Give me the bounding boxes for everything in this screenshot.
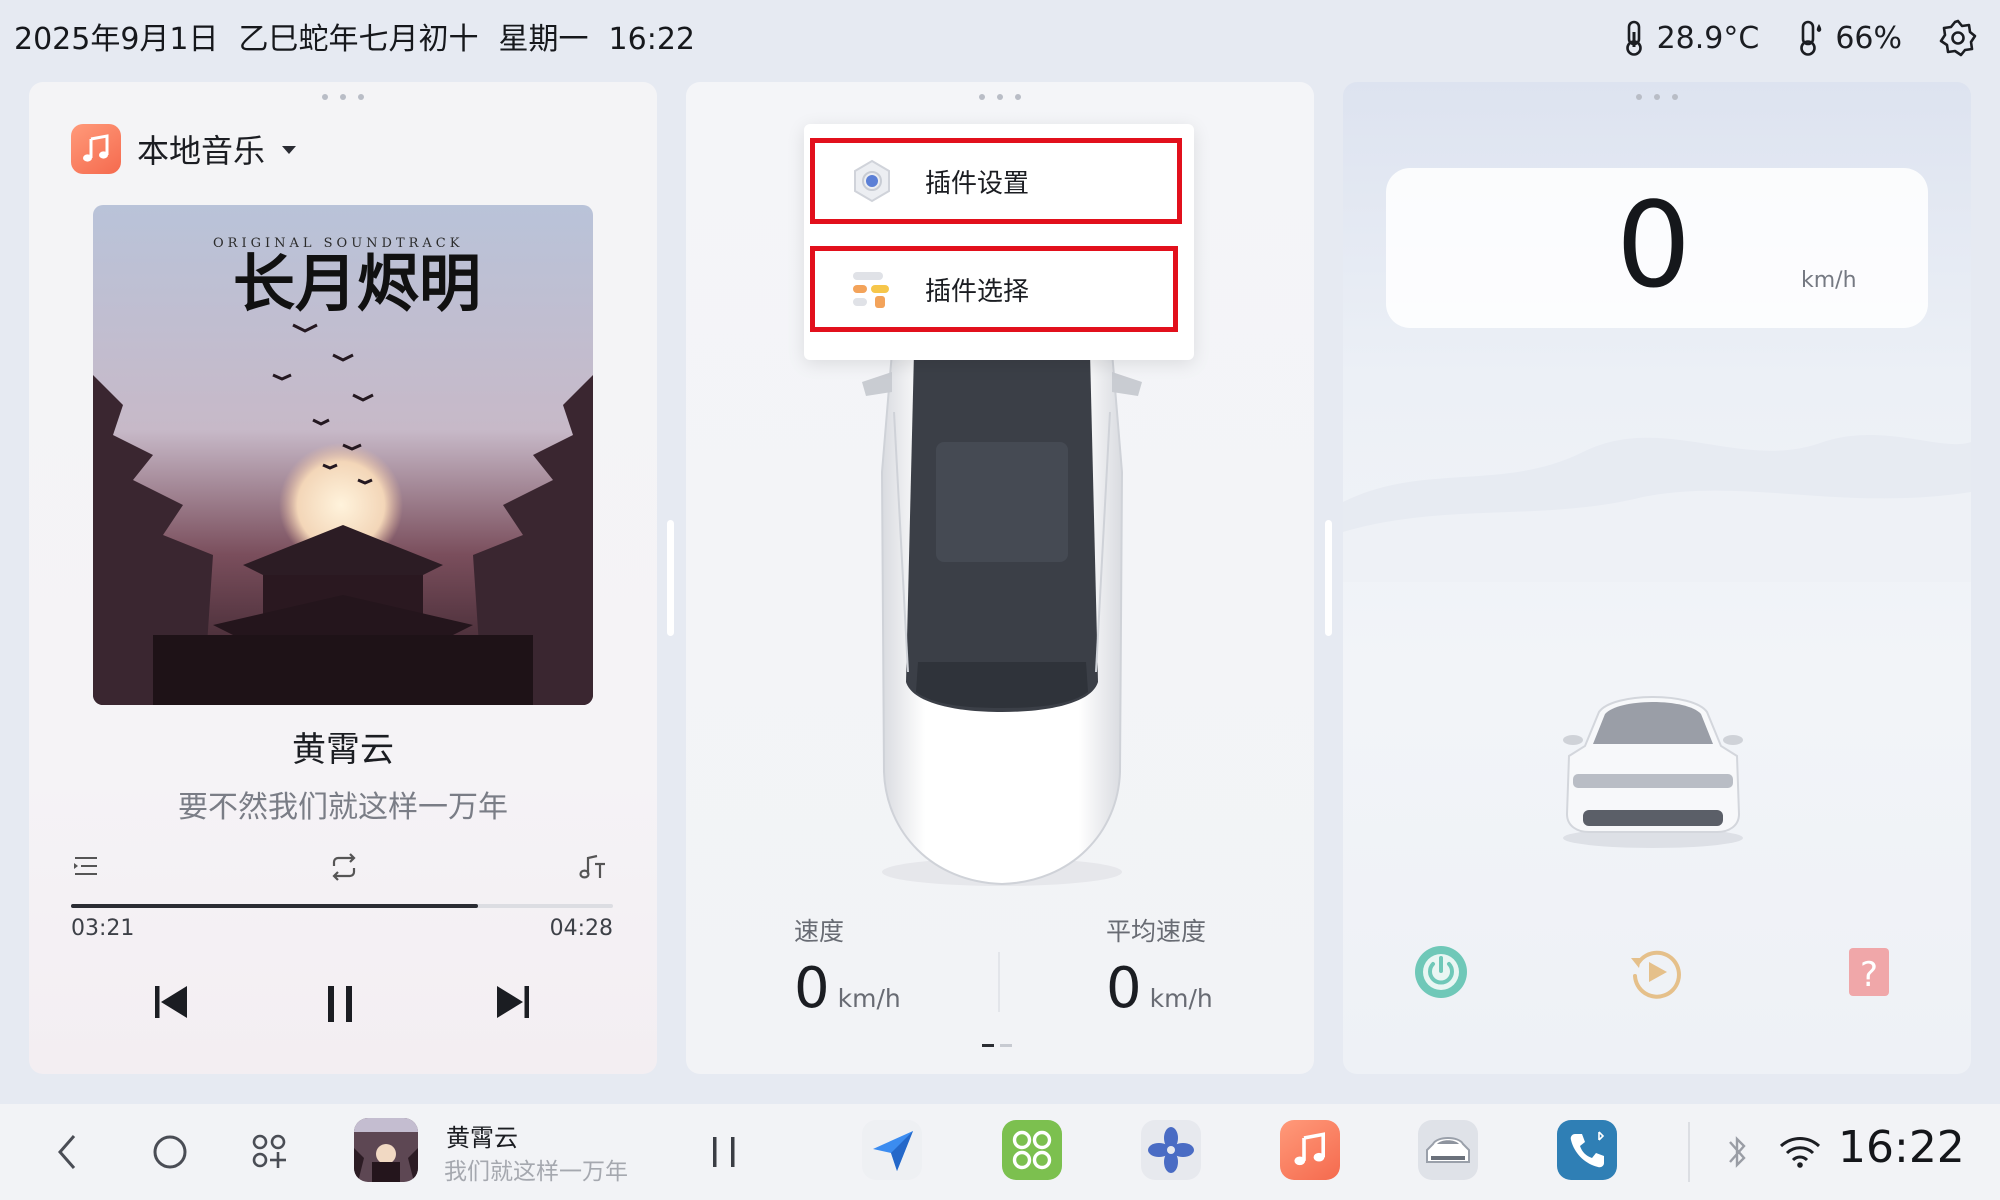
lunar-date-text: 乙巳蛇年七月初十 — [238, 22, 479, 57]
plugin-settings-icon — [847, 156, 897, 206]
total-time-text: 04:28 — [549, 916, 613, 941]
weekday-text: 星期一 — [498, 22, 589, 57]
temperature-text: 28.9°C — [1656, 20, 1760, 56]
plugin-select-menu-item[interactable]: 插件选择 — [810, 246, 1178, 332]
average-speed-stat: 平均速度 0 km/h — [1106, 912, 1213, 1021]
repeat-mode-icon[interactable] — [328, 852, 360, 886]
average-speed-value: 0 — [1106, 956, 1142, 1021]
status-time-text: 16:22 — [608, 22, 695, 57]
card-drag-handle[interactable] — [1636, 94, 1678, 100]
vehicle-app-icon[interactable] — [1418, 1120, 1478, 1180]
app-drawer-icon[interactable] — [250, 1132, 290, 1176]
plugin-settings-label: 插件设置 — [925, 168, 1030, 199]
vehicle-widget-card[interactable]: 插件设置 插件选择 速度 0 km/h 平均速度 0 km/h — [686, 82, 1314, 1074]
current-speed-unit: km/h — [1801, 268, 1857, 293]
speed-label: 速度 — [794, 917, 845, 946]
home-icon[interactable] — [150, 1132, 190, 1176]
playback-progress-fill — [71, 904, 478, 908]
card-drag-handle[interactable] — [979, 94, 1021, 100]
playlist-icon[interactable] — [71, 852, 101, 886]
dock-pause-button[interactable] — [710, 1134, 738, 1174]
replay-icon[interactable] — [1627, 944, 1683, 1004]
split-resize-handle[interactable] — [1325, 520, 1332, 636]
date-text: 2025年9月1日 — [14, 22, 219, 57]
humidity-text: 66% — [1835, 20, 1902, 56]
speed-stat: 速度 0 km/h — [794, 912, 901, 1021]
stats-divider — [998, 952, 1000, 1012]
album-title-art: 长月烬明 — [233, 247, 481, 320]
now-playing-thumbnail[interactable] — [354, 1118, 418, 1182]
help-icon[interactable]: ? — [1843, 944, 1899, 1004]
phone-app-icon[interactable] — [1557, 1120, 1617, 1180]
fan-app-icon[interactable] — [1141, 1120, 1201, 1180]
humidity-icon — [1795, 20, 1825, 56]
album-header-line: ORIGINAL SOUNDTRACK — [213, 236, 463, 251]
plugin-select-label: 插件选择 — [925, 276, 1030, 307]
music-source-selector[interactable]: 本地音乐 — [71, 124, 297, 174]
bottom-dock: 黄霄云 我们就这样一万年 16:22 — [0, 1104, 2000, 1200]
music-widget-card[interactable]: 本地音乐 长月烬明 ORIGINAL SOUNDTRACK 黄霄云 要不然我们就… — [29, 82, 657, 1074]
speed-display: 0 km/h — [1386, 168, 1928, 328]
plugin-select-icon — [847, 264, 897, 314]
page-indicator[interactable] — [982, 1044, 1012, 1047]
speed-value: 0 — [794, 956, 830, 1021]
thermometer-icon — [1621, 20, 1647, 56]
split-resize-handle[interactable] — [667, 520, 674, 636]
plugin-settings-menu-item[interactable]: 插件设置 — [810, 138, 1182, 224]
average-speed-unit: km/h — [1149, 984, 1213, 1013]
pause-button[interactable] — [325, 982, 357, 1030]
previous-track-button[interactable] — [153, 982, 189, 1026]
mountain-background — [1343, 434, 1971, 582]
car-front-view-image — [1553, 682, 1753, 856]
date-time-display: 2025年9月1日 乙巳蛇年七月初十 星期一 16:22 — [14, 14, 715, 58]
music-note-icon — [71, 124, 121, 174]
song-lyric-line: 要不然我们就这样一万年 — [178, 790, 508, 825]
playback-progress-bar[interactable] — [71, 904, 613, 908]
current-speed-value: 0 — [1616, 176, 1692, 314]
car-top-view-image — [852, 351, 1152, 896]
status-bar: 2025年9月1日 乙巳蛇年七月初十 星期一 16:22 28.9°C 66% — [0, 0, 2000, 76]
lyrics-icon[interactable] — [577, 852, 607, 886]
settings-gear-icon[interactable] — [1938, 18, 1978, 58]
plugin-context-menu: 插件设置 插件选择 — [804, 124, 1194, 360]
album-cover[interactable]: 长月烬明 ORIGINAL SOUNDTRACK — [93, 205, 593, 705]
speed-unit: km/h — [837, 984, 901, 1013]
music-app-icon[interactable] — [1280, 1120, 1340, 1180]
back-icon[interactable] — [56, 1132, 80, 1176]
dock-separator — [1688, 1122, 1690, 1182]
bluetooth-icon[interactable] — [1724, 1132, 1750, 1176]
now-playing-title: 黄霄云 — [446, 1124, 518, 1152]
music-source-label: 本地音乐 — [137, 132, 266, 170]
card-drag-handle[interactable] — [322, 94, 364, 100]
navigation-app-icon[interactable] — [862, 1120, 922, 1180]
now-playing-subtitle: 我们就这样一万年 — [444, 1159, 628, 1185]
song-artist-title: 黄霄云 — [292, 730, 394, 770]
svg-text:?: ? — [1860, 955, 1878, 995]
wifi-icon[interactable] — [1778, 1134, 1822, 1174]
speedometer-widget-card[interactable]: 0 km/h ? — [1343, 82, 1971, 1074]
next-track-button[interactable] — [495, 982, 531, 1026]
average-speed-label: 平均速度 — [1106, 917, 1207, 946]
power-icon[interactable] — [1413, 944, 1469, 1004]
current-time-text: 03:21 — [71, 916, 135, 941]
dock-clock: 16:22 — [1838, 1122, 1965, 1173]
chevron-down-icon — [281, 140, 297, 159]
apps-grid-app-icon[interactable] — [1002, 1120, 1062, 1180]
